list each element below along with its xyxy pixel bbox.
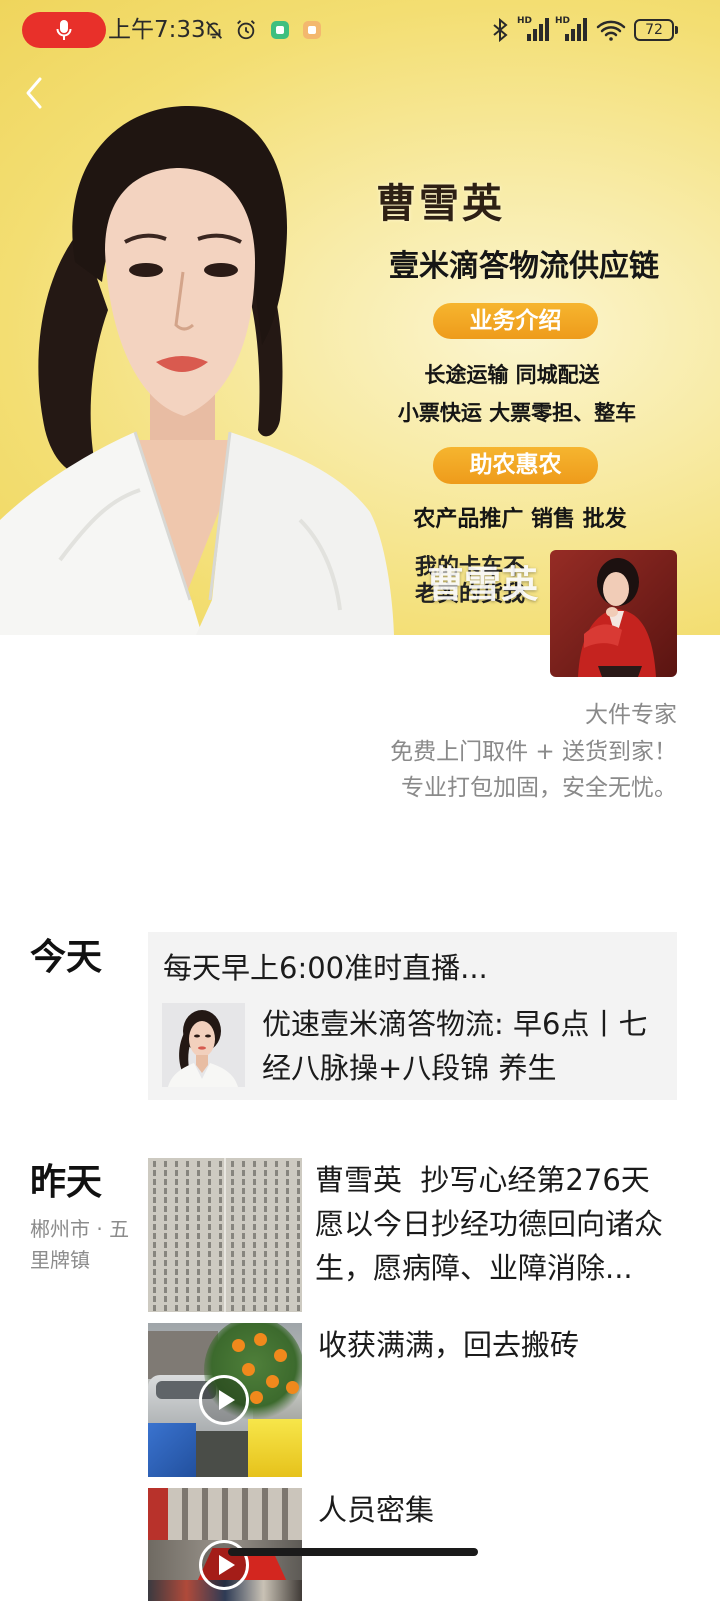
post-text: 每天早上6:00准时直播... [163,951,488,985]
cover-image[interactable]: 曹雪英 壹米滴答物流供应链 业务介绍 长途运输 同城配送 小票快运 大票零担、整… [0,0,720,635]
moment-post-today[interactable]: 每天早上6:00准时直播... 优速壹米滴答物流: 早6点丨七经八脉操+八段锦 … [148,932,677,1100]
shared-link-portrait [168,1010,238,1087]
day-label-today: 今天 [30,937,103,978]
photo-yellow-bag [248,1419,302,1477]
calligraphy-page [148,1158,224,1312]
mic-icon [56,20,72,40]
photo-ground [196,1431,251,1477]
battery-nub [675,26,678,34]
cover-services-badge: 业务介绍 [433,303,598,339]
day-label-yesterday: 昨天 [30,1162,103,1203]
network-type-label: HD [517,16,533,26]
profile-signature: 大件专家 免费上门取件 + 送货到家！ 专业打包加固，安全无忧。 [257,697,677,807]
shared-link-thumbnail [162,1003,245,1087]
cover-title-name: 曹雪英 [376,180,505,227]
play-icon [199,1375,249,1425]
post-text: 人员密集 [318,1493,435,1527]
post-text: 收获满满，回去搬砖 [318,1328,580,1362]
post-image-thumbnail[interactable] [148,1158,302,1312]
battery-level: 72 [645,22,663,38]
moment-post[interactable]: 人员密集 [148,1488,677,1601]
cover-agriculture-badge: 助农惠农 [433,447,598,484]
post-text: 曹雪英 抄写心经第276天 愿以今日抄经功德回向诸众生，愿病障、业障消除... [315,1163,664,1285]
avatar-photo [550,550,677,677]
app-notification-green-icon [271,21,289,39]
post-video-thumbnail[interactable] [148,1323,302,1477]
photo-building [168,1488,302,1540]
signature-line: 专业打包加固，安全无忧。 [401,775,677,801]
post-video-thumbnail[interactable] [148,1488,302,1601]
post-location[interactable]: 郴州市 · 五里牌镇 [30,1214,138,1276]
wifi-icon [596,18,626,42]
signature-line: 大件专家 [585,702,677,728]
avatar[interactable] [550,550,677,677]
home-indicator[interactable] [228,1548,478,1556]
moment-post[interactable]: 收获满满，回去搬砖 [148,1323,677,1477]
moment-post[interactable]: 曹雪英 抄写心经第276天 愿以今日抄经功德回向诸众生，愿病障、业障消除... [148,1158,677,1312]
network-type-label: HD [555,16,571,26]
recording-indicator [22,12,106,48]
photo-blue-bag [148,1423,196,1477]
profile-nickname: 曹雪英 [427,563,538,606]
calligraphy-page [226,1158,302,1312]
cover-agriculture-line: 农产品推广 销售 批发 [413,507,627,532]
app-notification-orange-icon [303,21,321,39]
signal-icon: HD [555,16,589,42]
cover-company: 壹米滴答物流供应链 [389,249,659,284]
cover-portrait [0,105,394,635]
shared-link-title: 优速壹米滴答物流: 早6点丨七经八脉操+八段锦 养生 [262,1007,648,1085]
back-button[interactable] [20,74,54,112]
status-time: 上午7:33 [108,17,206,43]
chevron-left-icon [26,77,42,109]
alarm-icon [235,19,257,41]
cover-services-line: 小票快运 大票零担、整车 [397,401,637,425]
signature-line: 免费上门取件 + 送货到家！ [390,738,677,765]
cover-services-line: 长途运输 同城配送 [424,363,600,387]
battery-icon: 72 [634,19,674,41]
bell-off-icon [203,19,225,41]
signal-icon: HD [517,16,551,42]
bluetooth-icon [491,18,509,42]
